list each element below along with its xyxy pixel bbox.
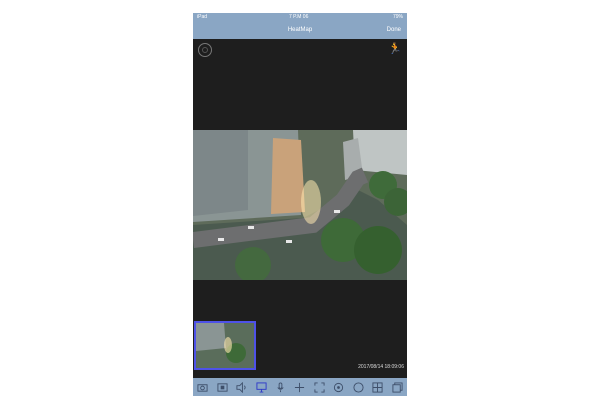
device-screen: iPad 7 P.M 06 79% HeatMap Done 🏃 2017/08… — [193, 13, 407, 396]
heatmap-icon[interactable] — [255, 381, 267, 393]
camera-live-view[interactable] — [193, 130, 407, 280]
done-button[interactable]: Done — [387, 22, 401, 39]
thumbnail-preview[interactable] — [194, 321, 256, 370]
speaker-icon[interactable] — [236, 381, 248, 393]
preset-icon[interactable] — [333, 381, 345, 393]
battery-label: 79% — [392, 14, 403, 20]
video-viewer[interactable]: 🏃 2017/08/14 18:09:06 — [193, 39, 407, 378]
zoom-icon[interactable] — [352, 381, 364, 393]
record-status-icon[interactable] — [198, 43, 212, 57]
clock: 7 P.M 06 — [289, 14, 309, 20]
fullscreen-icon[interactable] — [313, 381, 325, 393]
video-timestamp: 2017/08/14 18:09:06 — [358, 364, 404, 370]
status-bar: iPad 7 P.M 06 79% — [193, 13, 407, 22]
nav-bar: HeatMap Done — [193, 22, 407, 39]
carrier-label: iPad — [197, 14, 208, 20]
motion-detect-icon[interactable]: 🏃 — [388, 43, 402, 55]
record-icon[interactable] — [216, 381, 228, 393]
page-title: HeatMap — [287, 27, 313, 33]
ptz-icon[interactable] — [294, 381, 306, 393]
layout-icon[interactable] — [372, 381, 384, 393]
microphone-icon[interactable] — [275, 381, 287, 393]
stream-icon[interactable] — [391, 381, 403, 393]
bottom-toolbar — [193, 378, 407, 396]
snapshot-icon[interactable] — [197, 381, 209, 393]
